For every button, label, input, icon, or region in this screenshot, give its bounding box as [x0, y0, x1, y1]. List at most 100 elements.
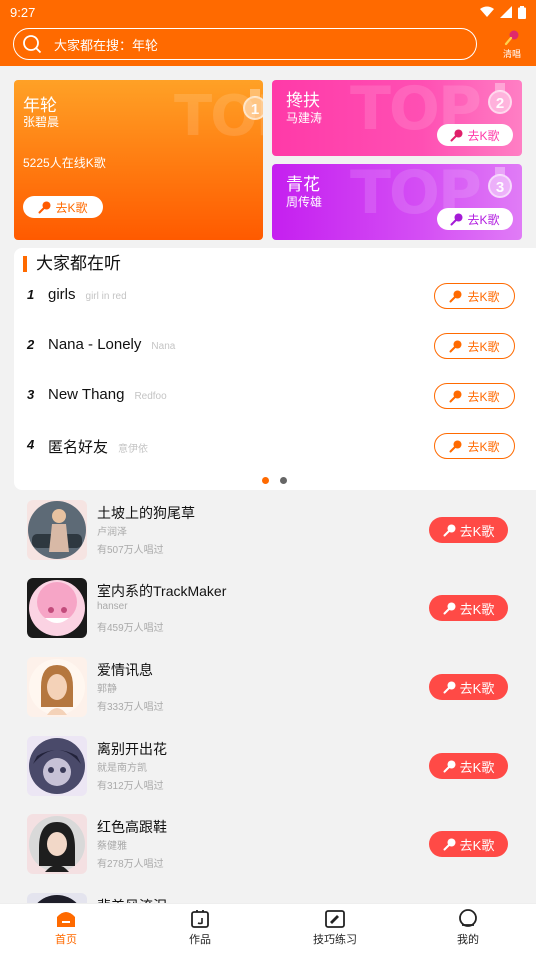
microphone-icon: [449, 340, 462, 352]
button-label: 去K歌: [459, 523, 495, 539]
carousel-dot-active[interactable]: [262, 477, 269, 484]
top-card-title: 青花: [286, 175, 320, 194]
go-karaoke-button[interactable]: 去K歌: [434, 433, 515, 459]
song-title: 匿名好友 意伊依: [48, 439, 149, 456]
go-karaoke-button[interactable]: 去K歌: [23, 196, 103, 218]
song-row[interactable]: 爱情讯息 郭静 有333万人唱过 去K歌: [0, 653, 536, 719]
song-row[interactable]: 土坡上的狗尾草 卢润泽 有507万人唱过 去K歌: [0, 496, 536, 562]
nav-profile[interactable]: 我的: [433, 909, 503, 947]
list-item[interactable]: 1 girls girl in red 去K歌: [14, 281, 536, 311]
go-karaoke-button[interactable]: 去K歌: [437, 124, 513, 146]
song-artist: girl in red: [85, 291, 127, 302]
button-label: 去K歌: [467, 439, 500, 454]
song-row[interactable]: 离别开出花 就是南方凯 有312万人唱过 去K歌: [0, 732, 536, 798]
status-bar: 9:27: [0, 0, 536, 24]
song-title: girls girl in red: [48, 286, 127, 303]
go-karaoke-button[interactable]: 去K歌: [429, 674, 508, 700]
song-title: 爱情讯息: [97, 662, 153, 678]
microphone-icon: [38, 201, 51, 213]
qingchang-button[interactable]: 清唱: [500, 30, 524, 60]
nav-skills[interactable]: 技巧练习: [300, 909, 370, 947]
go-karaoke-button[interactable]: 去K歌: [437, 208, 513, 230]
go-karaoke-button[interactable]: 去K歌: [429, 517, 508, 543]
top-card-artist: 马建涛: [286, 111, 323, 125]
carousel-dots: [262, 477, 287, 484]
microphone-icon: [443, 524, 456, 536]
top-card-2[interactable]: TOP 2 搀扶 马建涛 去K歌: [272, 80, 522, 156]
song-row[interactable]: 室内系的TrackMaker hanser 有459万人唱过 去K歌: [0, 574, 536, 640]
rank-number: 2: [27, 337, 35, 352]
list-item[interactable]: 2 Nana - Lonely Nana 去K歌: [14, 331, 536, 361]
song-title: 红色高跟鞋: [97, 819, 167, 835]
microphone-icon: [443, 760, 456, 772]
go-karaoke-button[interactable]: 去K歌: [429, 753, 508, 779]
rank-number: 4: [27, 437, 35, 452]
microphone-icon: [449, 290, 462, 302]
song-artist: Redfoo: [134, 391, 167, 402]
status-time: 9:27: [10, 4, 36, 20]
button-label: 去K歌: [467, 389, 500, 404]
microphone-icon: [443, 681, 456, 693]
go-karaoke-button[interactable]: 去K歌: [434, 383, 515, 409]
song-title: Nana - Lonely Nana: [48, 336, 176, 353]
bag-icon: [191, 910, 209, 928]
nav-label: 作品: [189, 934, 211, 946]
top-card-artist: 周传雄: [286, 195, 323, 209]
button-label: 去K歌: [55, 200, 88, 215]
list-item[interactable]: 4 匿名好友 意伊依 去K歌: [14, 431, 536, 461]
microphone-icon: [449, 440, 462, 452]
search-placeholder: 大家都在搜：年轮: [54, 37, 159, 53]
microphone-icon: [450, 129, 463, 141]
nav-works[interactable]: 作品: [165, 909, 235, 947]
rank-number: 3: [27, 387, 35, 402]
song-artist: 郭静: [97, 684, 117, 695]
sung-count: 有507万人唱过: [97, 545, 164, 556]
sung-count: 有333万人唱过: [97, 702, 164, 713]
song-title: 室内系的TrackMaker: [97, 583, 227, 599]
microphone-icon: [449, 390, 462, 402]
button-label: 去K歌: [459, 759, 495, 775]
rank-medal-icon: 2: [488, 83, 512, 114]
top-card-title: 搀扶: [286, 91, 320, 110]
song-cover-image: [27, 736, 87, 796]
song-cover-image: [27, 657, 87, 717]
song-artist: hanser: [97, 601, 128, 612]
microphone-icon: [504, 30, 519, 46]
online-count: 5225人在线K歌: [23, 156, 106, 170]
go-karaoke-button[interactable]: 去K歌: [429, 831, 508, 857]
song-cover-image: [27, 578, 87, 638]
button-label: 去K歌: [467, 289, 500, 304]
song-title: 离别开出花: [97, 741, 167, 757]
top-card-artist: 张碧晨: [23, 115, 60, 129]
microphone-icon: [443, 602, 456, 614]
top-card-1[interactable]: TOP 1 年轮 张碧晨 5225人在线K歌 去K歌: [14, 80, 263, 240]
nav-home[interactable]: 首页: [31, 909, 101, 947]
listening-section: 大家都在听 1 girls girl in red 去K歌 2 Nana - Lo…: [14, 248, 536, 490]
search-box[interactable]: 大家都在搜：年轮: [13, 28, 477, 60]
carousel-dot[interactable]: [280, 477, 287, 484]
top-card-3[interactable]: TOP 3 青花 周传雄 去K歌: [272, 164, 522, 240]
sung-count: 有312万人唱过: [97, 781, 164, 792]
bottom-nav: 首页 作品 技巧练习 我的: [0, 903, 536, 953]
nav-label: 技巧练习: [313, 934, 357, 946]
song-artist: Nana: [151, 341, 176, 352]
section-title: 大家都在听: [23, 255, 121, 272]
nav-label: 我的: [457, 934, 479, 946]
sung-count: 有459万人唱过: [97, 623, 164, 634]
go-karaoke-button[interactable]: 去K歌: [429, 595, 508, 621]
header: 大家都在搜：年轮 清唱: [0, 24, 536, 66]
home-icon: [57, 912, 75, 927]
song-row[interactable]: 红色高跟鞋 蔡健雅 有278万人唱过 去K歌: [0, 810, 536, 876]
go-karaoke-button[interactable]: 去K歌: [434, 333, 515, 359]
rank-number: 1: [27, 287, 35, 302]
go-karaoke-button[interactable]: 去K歌: [434, 283, 515, 309]
edit-board-icon: [325, 910, 345, 928]
signal-icon: [500, 6, 512, 18]
song-cover-image: [27, 814, 87, 874]
list-item[interactable]: 3 New Thang Redfoo 去K歌: [14, 381, 536, 411]
profile-icon: [459, 909, 477, 927]
button-label: 去K歌: [459, 680, 495, 696]
status-icons: [480, 5, 526, 19]
qingchang-label: 清唱: [502, 49, 521, 59]
search-icon: [23, 35, 42, 54]
